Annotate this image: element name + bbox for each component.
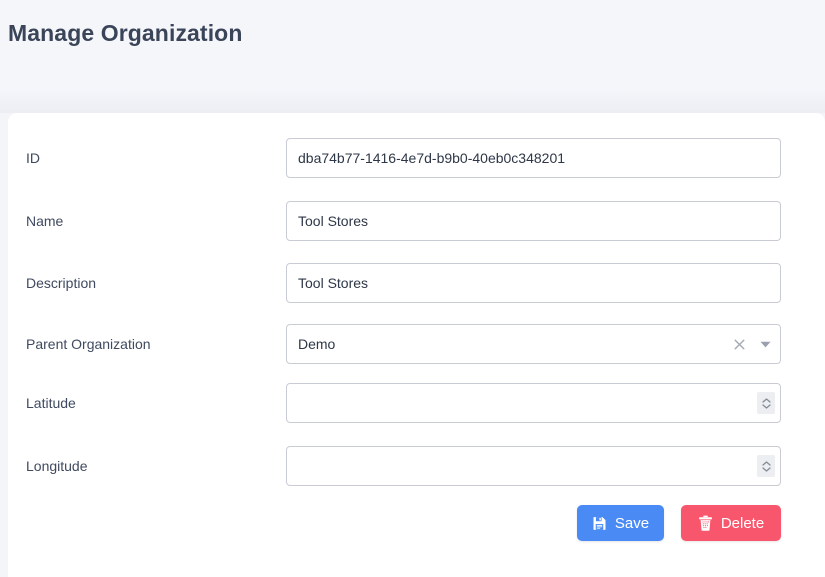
field-label-id: ID: [26, 150, 40, 166]
latitude-stepper[interactable]: [757, 392, 775, 414]
form-row-latitude: Latitude: [8, 383, 825, 423]
field-label-latitude: Latitude: [26, 395, 76, 411]
field-control-latitude: [286, 383, 781, 423]
manage-organization-page: Manage Organization ID Name Description …: [0, 0, 825, 577]
field-label-name: Name: [26, 213, 64, 229]
form-row-name: Name: [8, 201, 825, 241]
field-control-longitude: [286, 446, 781, 486]
form-row-id: ID: [8, 138, 825, 178]
chevron-down-icon[interactable]: [750, 325, 780, 363]
field-control-name: [286, 201, 781, 241]
field-label-parent-organization: Parent Organization: [26, 336, 151, 352]
delete-button-label: Delete: [720, 514, 765, 532]
save-button-label: Save: [614, 514, 650, 532]
chevron-down-icon: [761, 403, 771, 409]
longitude-number-wrap: [286, 446, 781, 486]
field-control-parent-organization: Demo: [286, 324, 781, 364]
chevron-up-icon: [761, 460, 771, 466]
save-floppy-icon: [592, 516, 607, 531]
form-row-longitude: Longitude: [8, 446, 825, 486]
field-label-longitude: Longitude: [26, 458, 88, 474]
page-title: Manage Organization: [8, 20, 243, 46]
page-header: Manage Organization: [0, 0, 825, 113]
chevron-up-icon: [761, 397, 771, 403]
parent-organization-selected-value: Demo: [298, 336, 336, 352]
field-control-id: [286, 138, 781, 178]
description-input[interactable]: [286, 263, 781, 303]
chevron-down-icon: [761, 466, 771, 472]
name-input[interactable]: [286, 201, 781, 241]
latitude-number-wrap: [286, 383, 781, 423]
longitude-input[interactable]: [286, 446, 781, 486]
save-button[interactable]: Save: [577, 505, 664, 541]
longitude-stepper[interactable]: [757, 455, 775, 477]
form-row-description: Description: [8, 263, 825, 303]
organization-form-card: ID Name Description Parent Organization: [8, 113, 825, 577]
form-row-parent-organization: Parent Organization Demo: [8, 324, 825, 364]
id-input[interactable]: [286, 138, 781, 178]
trash-icon: [698, 515, 713, 531]
close-icon[interactable]: [728, 325, 750, 363]
field-control-description: [286, 263, 781, 303]
field-label-description: Description: [26, 275, 97, 291]
latitude-input[interactable]: [286, 383, 781, 423]
parent-organization-select[interactable]: Demo: [286, 324, 781, 364]
delete-button[interactable]: Delete: [681, 505, 781, 541]
form-actions: Save Delete: [8, 505, 825, 549]
